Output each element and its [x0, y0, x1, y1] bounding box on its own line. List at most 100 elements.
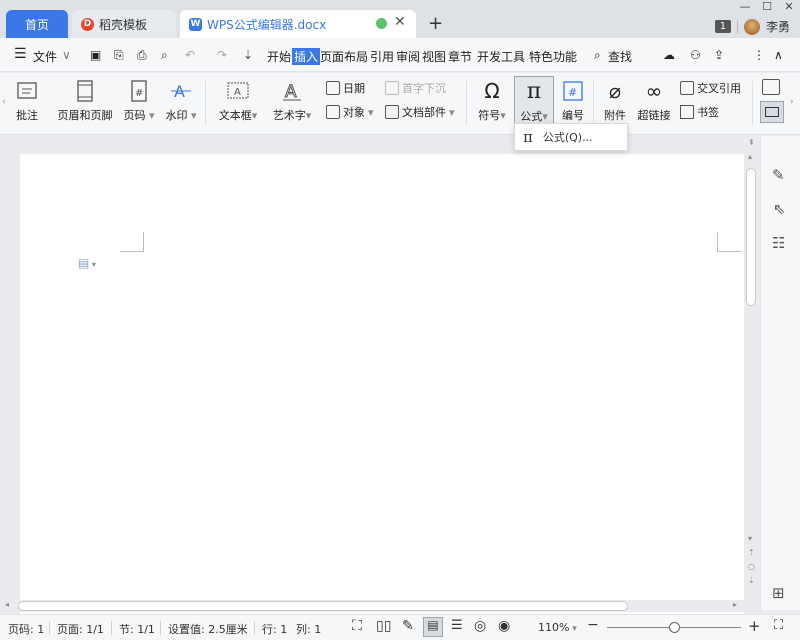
layout-icon[interactable] — [762, 79, 780, 95]
crossref-button[interactable]: 交叉引用 — [680, 80, 741, 96]
search-icon[interactable]: ⌕ — [594, 48, 601, 63]
menu-tab-references[interactable]: 引用 — [370, 48, 394, 65]
scroll-up-icon[interactable]: ▴ — [748, 152, 752, 161]
window-count-badge[interactable]: 1 — [714, 20, 731, 33]
page-view-icon[interactable]: ▤ — [423, 617, 443, 637]
menu-tab-review[interactable]: 审阅 — [396, 48, 420, 65]
formula-button[interactable]: π 公式▾ — [514, 76, 554, 124]
pen-mode-icon[interactable]: ✎ — [402, 618, 414, 634]
status-column[interactable]: 列: 1 — [296, 621, 321, 637]
zoom-in-icon[interactable]: + — [748, 617, 761, 635]
dropcap-button[interactable]: 首字下沉 — [385, 80, 446, 96]
reading-mode-icon[interactable]: ▯▯ — [376, 618, 391, 634]
panel-toggle-button[interactable] — [760, 101, 784, 123]
menu-tab-view[interactable]: 视图 — [422, 48, 446, 65]
number-button[interactable]: # 编号 — [558, 79, 588, 123]
edit-pen-icon[interactable]: ✎ — [772, 166, 785, 184]
status-row[interactable]: 行: 1 — [262, 621, 287, 637]
close-tab-icon[interactable]: ✕ — [394, 14, 406, 30]
file-menu[interactable]: 文件 — [33, 48, 57, 65]
collapse-ribbon-icon[interactable]: ∧ — [774, 48, 783, 62]
maximize-icon[interactable]: ☐ — [756, 0, 778, 14]
horizontal-scroll-thumb[interactable] — [18, 601, 628, 611]
share-icon[interactable]: ⇪ — [714, 48, 724, 62]
select-cursor-icon[interactable]: ⇖ — [773, 200, 786, 218]
menu-tab-developer[interactable]: 开发工具 — [477, 48, 525, 65]
select-browse-icon[interactable]: ○ — [748, 562, 755, 571]
search-button[interactable]: 查找 — [608, 48, 632, 65]
menu-tab-chapter[interactable]: 章节 — [448, 48, 472, 65]
textbox-button[interactable]: A 文本框▾ — [215, 79, 261, 123]
fullscreen-icon[interactable]: ⛶ — [352, 618, 362, 634]
more-icon[interactable]: ⋮ — [753, 48, 765, 62]
scroll-top-icon[interactable]: ⇞ — [748, 138, 755, 147]
web-view-icon[interactable]: ◎ — [474, 618, 486, 634]
divider — [254, 621, 255, 635]
outline-view-icon[interactable]: ☰ — [451, 618, 463, 633]
print-icon[interactable]: ⎙ — [137, 48, 147, 63]
status-pages[interactable]: 页面: 1/1 — [57, 621, 104, 637]
customize-toolbar-icon[interactable]: ⇣ — [243, 48, 253, 62]
wordart-button[interactable]: A 艺术字▾ — [268, 79, 316, 123]
menu-tab-page-layout[interactable]: 页面布局 — [320, 48, 368, 65]
hyperlink-label: 超链接 — [637, 109, 671, 122]
formula-menu-item[interactable]: 公式(Q)... — [543, 129, 593, 145]
watermark-button[interactable]: A 水印 ▾ — [163, 79, 199, 123]
print-preview-icon[interactable]: ⌕ — [161, 48, 168, 63]
vertical-scroll-thumb[interactable] — [746, 168, 756, 306]
doc-parts-button[interactable]: 文档部件 ▾ — [385, 104, 455, 120]
scroll-down-icon[interactable]: ▾ — [748, 534, 752, 543]
zoom-slider-thumb[interactable] — [669, 622, 680, 633]
avatar[interactable] — [743, 18, 760, 35]
user-name[interactable]: 李勇 — [766, 18, 790, 35]
close-window-icon[interactable]: ✕ — [778, 0, 800, 14]
horizontal-scrollbar[interactable]: ◂ ▸ — [0, 600, 760, 612]
document-page[interactable]: ▤ ▾ — [20, 154, 744, 614]
ribbon-scroll-left-icon[interactable]: ‹ — [2, 97, 6, 107]
object-button[interactable]: 对象 ▾ — [326, 104, 374, 120]
hamburger-icon[interactable]: ☰ — [14, 46, 27, 62]
tab-document[interactable]: W WPS公式编辑器.docx ✕ — [180, 10, 416, 38]
menu-tab-special[interactable]: 特色功能 — [529, 48, 577, 65]
tab-home[interactable]: 首页 — [6, 10, 68, 38]
header-footer-button[interactable]: 页眉和页脚 — [54, 79, 116, 123]
redo-icon[interactable]: ↷ — [217, 48, 227, 62]
minimize-icon[interactable]: — — [734, 0, 756, 14]
undo-icon[interactable]: ↶ — [185, 48, 195, 62]
ribbon-scroll-right-icon[interactable]: › — [790, 97, 794, 107]
apps-grid-icon[interactable]: ⊞ — [772, 584, 785, 602]
date-button[interactable]: 日期 — [326, 80, 365, 96]
collaborate-icon[interactable]: ⚇ — [690, 48, 701, 62]
menu-tab-insert[interactable]: 插入 — [292, 48, 321, 65]
chevron-down-icon[interactable]: ∨ — [62, 48, 71, 62]
prev-page-icon[interactable]: ⇡ — [748, 548, 755, 557]
new-tab-button[interactable]: + — [428, 13, 443, 34]
zoom-dropdown[interactable]: 110% ▾ — [538, 621, 577, 634]
hyperlink-button[interactable]: ∞ 超链接 — [634, 79, 674, 123]
pi-icon: π — [526, 79, 542, 104]
export-pdf-icon[interactable]: ⎘ — [114, 48, 124, 63]
next-page-icon[interactable]: ⇣ — [748, 576, 755, 585]
divider — [736, 19, 738, 34]
cloud-sync-icon[interactable]: ☁ — [663, 48, 675, 62]
bookmark-button[interactable]: 书签 — [680, 104, 719, 120]
scroll-left-icon[interactable]: ◂ — [5, 600, 9, 609]
attachment-button[interactable]: ⌀ 附件 — [600, 79, 630, 123]
settings-sliders-icon[interactable]: ☷ — [772, 234, 785, 252]
symbol-button[interactable]: Ω 符号▾ — [474, 79, 510, 123]
paperclip-icon: ⌀ — [608, 79, 622, 103]
scroll-right-icon[interactable]: ▸ — [733, 600, 737, 609]
status-setting[interactable]: 设置值: 2.5厘米 — [168, 621, 248, 637]
status-page-number[interactable]: 页码: 1 — [8, 621, 44, 637]
paste-options-icon[interactable]: ▤ ▾ — [78, 256, 96, 270]
save-icon[interactable]: ▣ — [90, 48, 101, 62]
fit-window-icon[interactable]: ⛶ — [774, 618, 783, 633]
tab-daoke-templates[interactable]: D 稻壳模板 — [72, 10, 176, 38]
menu-tab-start[interactable]: 开始 — [267, 48, 291, 65]
page-number-button[interactable]: # 页码 ▾ — [121, 79, 157, 123]
zoom-out-icon[interactable]: − — [587, 617, 599, 633]
comment-button[interactable]: 批注 — [12, 79, 42, 123]
eye-protection-icon[interactable]: ◉ — [498, 618, 510, 634]
status-section[interactable]: 节: 1/1 — [119, 621, 155, 637]
vertical-scrollbar[interactable]: ⇞ ▴ ▾ ⇡ ○ ⇣ — [744, 136, 760, 600]
